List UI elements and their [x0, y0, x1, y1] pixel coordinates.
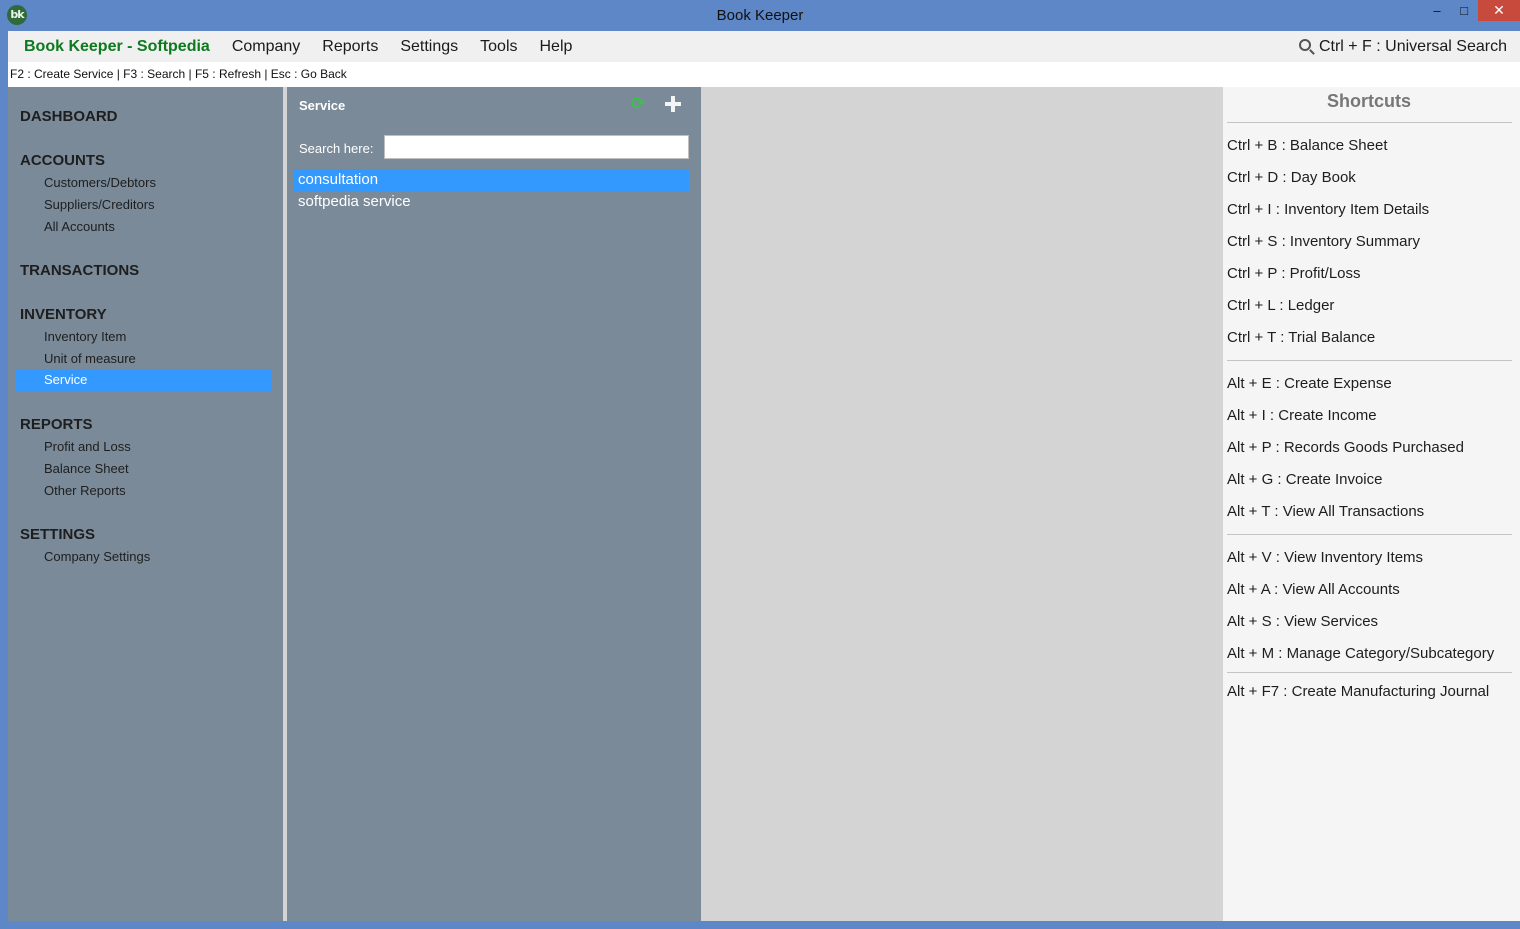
- window-bottom-border: [8, 921, 1520, 929]
- minimize-button[interactable]: –: [1424, 0, 1450, 21]
- shortcut-item: Alt + V : View Inventory Items: [1227, 549, 1424, 566]
- shortcut-item: Ctrl + I : Inventory Item Details: [1227, 201, 1430, 218]
- sidebar-item-customers[interactable]: Customers/Debtors: [44, 175, 156, 190]
- shortcut-item: Ctrl + S : Inventory Summary: [1227, 233, 1420, 250]
- sidebar-item-service[interactable]: Service: [16, 369, 271, 391]
- sidebar-item-balance-sheet[interactable]: Balance Sheet: [44, 461, 129, 476]
- sidebar-item-all-accounts[interactable]: All Accounts: [44, 219, 115, 234]
- list-item[interactable]: softpedia service: [293, 191, 689, 213]
- sidebar-item-suppliers[interactable]: Suppliers/Creditors: [44, 197, 155, 212]
- universal-search-button[interactable]: Ctrl + F : Universal Search: [1298, 31, 1507, 62]
- sidebar-item-inventory-item[interactable]: Inventory Item: [44, 329, 126, 344]
- menu-help[interactable]: Help: [529, 38, 584, 56]
- shortcut-item: Ctrl + L : Ledger: [1227, 297, 1335, 314]
- shortcuts-panel: Shortcuts Ctrl + B : Balance Sheet Ctrl …: [1223, 87, 1520, 921]
- shortcut-item: Ctrl + B : Balance Sheet: [1227, 137, 1388, 154]
- universal-search-label: Ctrl + F : Universal Search: [1318, 37, 1507, 55]
- shortcut-item: Alt + G : Create Invoice: [1227, 471, 1383, 488]
- sidebar-item-unit-of-measure[interactable]: Unit of measure: [44, 351, 136, 366]
- refresh-icon[interactable]: ⟳: [631, 95, 647, 112]
- add-icon[interactable]: [664, 95, 682, 113]
- shortcut-item: Alt + S : View Services: [1227, 613, 1379, 630]
- shortcut-item: Alt + T : View All Transactions: [1227, 503, 1425, 520]
- sidebar-item-company-settings[interactable]: Company Settings: [44, 549, 150, 564]
- window-title: Book Keeper: [716, 7, 804, 24]
- detail-area: [701, 87, 1223, 921]
- sidebar-item-service-label: Service: [44, 372, 88, 387]
- keyboard-hint-bar: F2 : Create Service | F3 : Search | F5 :…: [8, 62, 1520, 87]
- shortcut-item: Alt + M : Manage Category/Subcategory: [1227, 645, 1495, 662]
- brand-menu[interactable]: Book Keeper - Softpedia: [24, 38, 210, 56]
- sidebar-item-transactions[interactable]: TRANSACTIONS: [20, 262, 139, 279]
- shortcut-item: Alt + P : Records Goods Purchased: [1227, 439, 1464, 456]
- divider: [1227, 534, 1512, 535]
- divider: [1227, 360, 1512, 361]
- sidebar-section-settings[interactable]: SETTINGS: [20, 526, 95, 543]
- search-input[interactable]: [384, 135, 689, 159]
- divider: [1227, 672, 1512, 673]
- shortcut-item: Ctrl + T : Trial Balance: [1227, 329, 1376, 346]
- divider: [1227, 122, 1512, 123]
- menu-bar: Book Keeper - Softpedia Company Reports …: [8, 31, 1520, 62]
- menu-reports[interactable]: Reports: [311, 38, 389, 56]
- sidebar-section-accounts[interactable]: ACCOUNTS: [20, 152, 105, 169]
- sidebar-section-reports[interactable]: REPORTS: [20, 416, 93, 433]
- sidebar-nav: DASHBOARD ACCOUNTS Customers/Debtors Sup…: [8, 87, 283, 921]
- shortcut-item: Alt + E : Create Expense: [1227, 375, 1392, 392]
- menu-tools[interactable]: Tools: [469, 38, 528, 56]
- shortcut-item: Alt + I : Create Income: [1227, 407, 1377, 424]
- shortcut-item: Alt + F7 : Create Manufacturing Journal: [1227, 683, 1490, 700]
- search-icon: [1298, 38, 1311, 51]
- maximize-button[interactable]: □: [1451, 0, 1477, 21]
- menu-settings[interactable]: Settings: [389, 38, 469, 56]
- shortcut-item: Ctrl + P : Profit/Loss: [1227, 265, 1361, 282]
- shortcut-item: Alt + A : View All Accounts: [1227, 581, 1400, 598]
- sidebar-section-inventory[interactable]: INVENTORY: [20, 306, 107, 323]
- panel-title: Service: [299, 98, 346, 113]
- title-bar: bk Book Keeper – □ ✕: [0, 0, 1520, 31]
- sidebar-item-profit-loss[interactable]: Profit and Loss: [44, 439, 131, 454]
- menu-company[interactable]: Company: [221, 38, 311, 56]
- sidebar-item-other-reports[interactable]: Other Reports: [44, 483, 126, 498]
- shortcuts-title: Shortcuts: [1326, 91, 1411, 111]
- service-list-panel: Service ⟳ Search here: consultation soft…: [287, 87, 701, 921]
- close-button[interactable]: ✕: [1478, 0, 1520, 21]
- search-label: Search here:: [299, 141, 374, 156]
- list-item[interactable]: consultation: [293, 169, 689, 191]
- sidebar-item-dashboard[interactable]: DASHBOARD: [20, 108, 118, 125]
- shortcut-item: Ctrl + D : Day Book: [1227, 169, 1356, 186]
